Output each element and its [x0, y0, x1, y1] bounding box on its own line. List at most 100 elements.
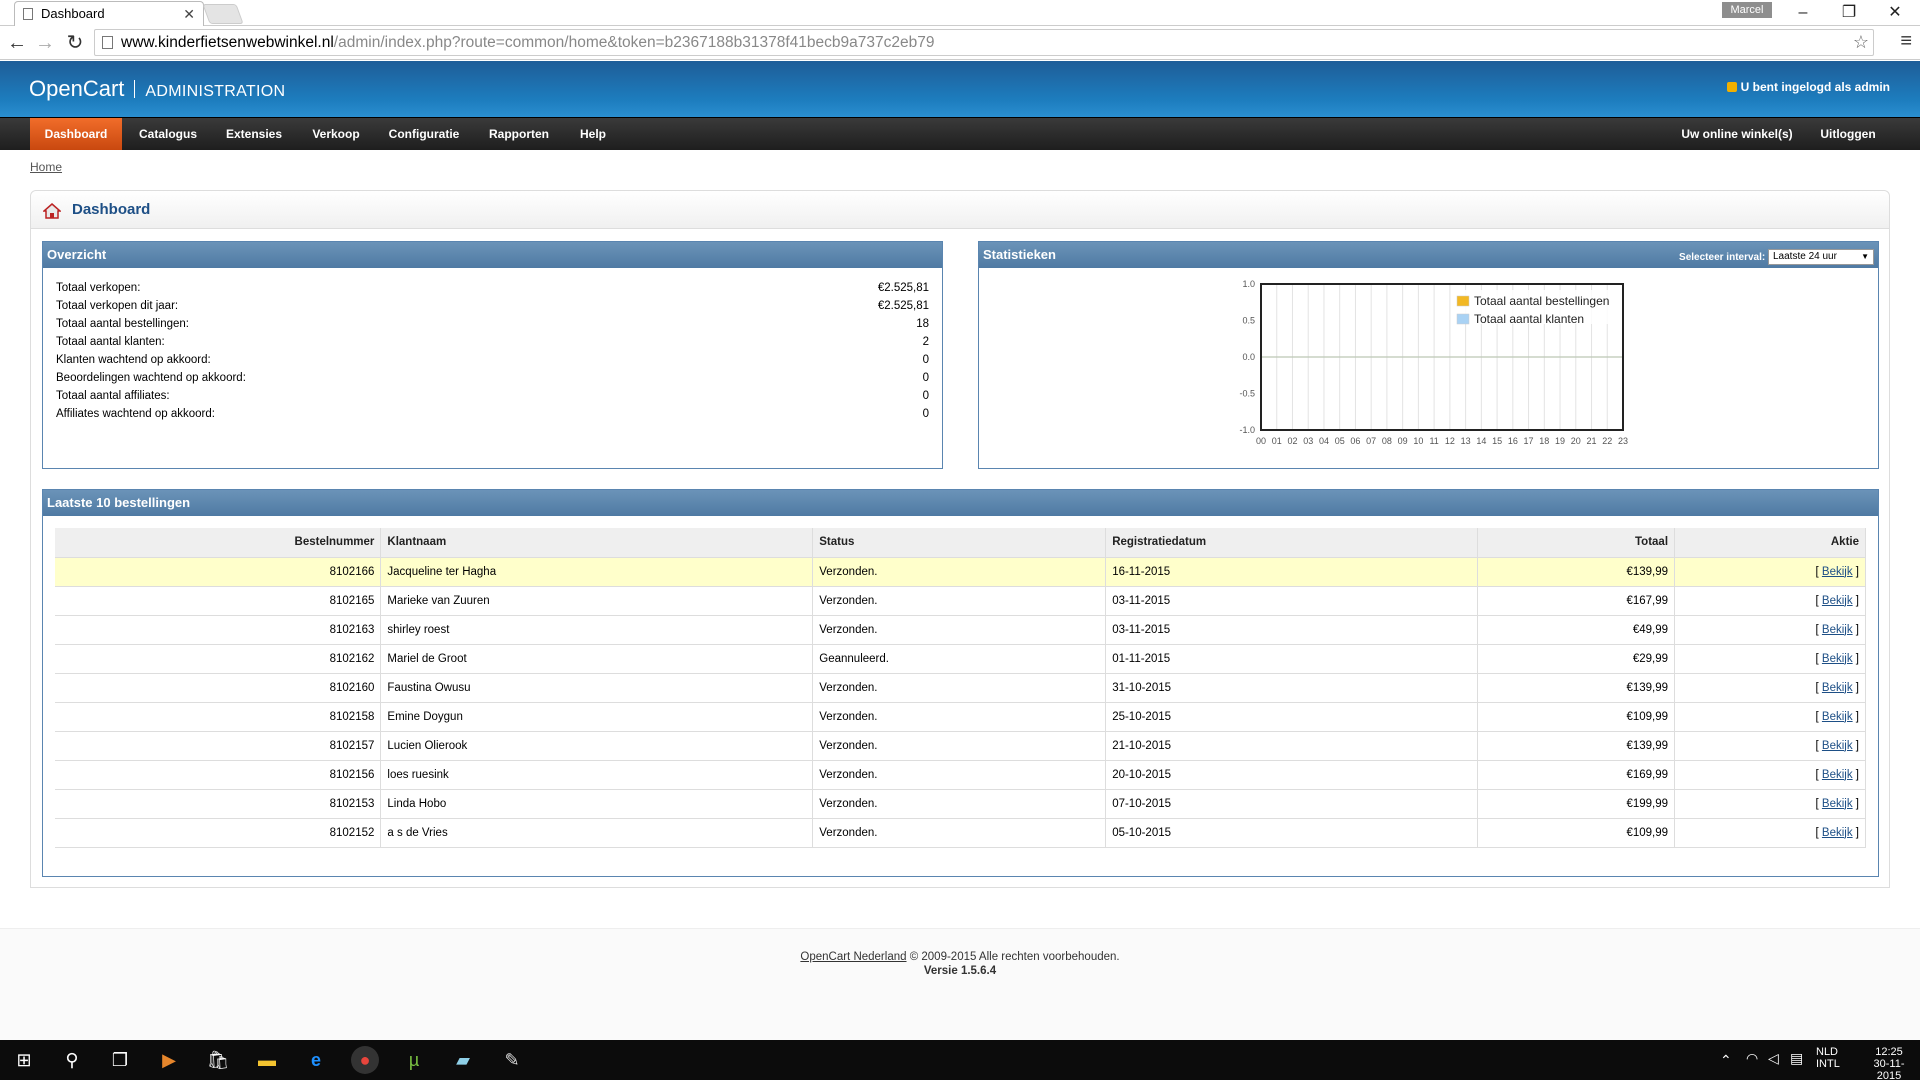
order-status: Verzonden. [812, 702, 1107, 732]
menu-logout[interactable]: Uitloggen [1810, 118, 1886, 150]
reload-icon[interactable]: ↻ [62, 30, 88, 56]
footer-link[interactable]: OpenCart Nederland [800, 951, 906, 963]
menu-rapporten[interactable]: Rapporten [476, 118, 562, 150]
order-date: 16-11-2015 [1105, 557, 1479, 587]
customer-name: a s de Vries [380, 818, 814, 848]
view-order-link[interactable]: Bekijk [1822, 653, 1853, 665]
view-order-link[interactable]: Bekijk [1822, 624, 1853, 636]
menu-verkoop[interactable]: Verkoop [300, 118, 372, 150]
y-tick-label: -0.5 [1239, 389, 1255, 399]
orders-title: Laatste 10 bestellingen [43, 490, 1878, 516]
footer: OpenCart Nederland © 2009-2015 Alle rech… [0, 928, 1920, 1040]
language-indicator[interactable]: NLD INTL [1816, 1046, 1840, 1070]
menu-dashboard[interactable]: Dashboard [30, 118, 122, 150]
order-date: 05-10-2015 [1105, 818, 1479, 848]
menu-catalogus[interactable]: Catalogus [128, 118, 208, 150]
order-number: 8102163 [55, 615, 382, 645]
y-tick-label: 1.0 [1242, 279, 1255, 289]
order-number: 8102162 [55, 644, 382, 674]
dashboard-box: Dashboard Overzicht Totaal verkopen: €2.5… [30, 190, 1890, 888]
overview-panel: Overzicht Totaal verkopen: €2.525,81 Totaa… [42, 241, 943, 469]
order-row: 8102160 Faustina Owusu Verzonden. 31-10-201… [55, 673, 1866, 703]
login-status-text: U bent ingelogd als admin [1740, 80, 1890, 94]
notepad-icon[interactable]: ▰ [449, 1046, 477, 1074]
col-action: Aktie [1674, 528, 1866, 558]
view-order-link[interactable]: Bekijk [1822, 595, 1853, 607]
forward-icon[interactable]: → [32, 30, 58, 56]
clock-date: 30-11-2015 [1873, 1058, 1905, 1082]
url-domain: www.kinderfietsenwebwinkel.nl [121, 34, 334, 51]
task-view-icon[interactable]: ❐ [106, 1046, 134, 1074]
order-total: €169,99 [1477, 760, 1676, 790]
order-row: 8102166 Jacqueline ter Hagha Verzonden. 16-… [55, 557, 1866, 587]
browser-tab[interactable]: Dashboard ✕ [14, 1, 204, 26]
chrome-icon[interactable]: ● [351, 1046, 379, 1074]
back-icon[interactable]: ← [4, 30, 30, 56]
view-order-link[interactable]: Bekijk [1822, 711, 1853, 723]
customer-name: Linda Hobo [380, 789, 814, 819]
address-bar[interactable]: www.kinderfietsenwebwinkel.nl/admin/inde… [94, 29, 1874, 56]
legend-label: Totaal aantal klanten [1474, 312, 1584, 326]
opencart-logo[interactable]: OpenCart ADMINISTRATION [29, 76, 285, 102]
order-status: Verzonden. [812, 586, 1107, 616]
profile-badge[interactable]: Marcel [1722, 2, 1772, 18]
menu-extensies[interactable]: Extensies [214, 118, 294, 150]
volume-icon[interactable]: ◁ [1768, 1050, 1779, 1067]
overview-label: Totaal verkopen dit jaar: [56, 300, 179, 312]
overview-value: €2.525,81 [877, 282, 929, 294]
dropdown-arrow-icon: ▼ [1861, 252, 1869, 262]
browser-toolbar: ← → ↻ www.kinderfietsenwebwinkel.nl/admi… [0, 26, 1920, 60]
close-window-icon[interactable]: ✕ [1872, 0, 1918, 26]
view-order-link[interactable]: Bekijk [1822, 740, 1853, 752]
page-icon [102, 36, 113, 49]
network-icon[interactable]: ◠ [1746, 1050, 1758, 1067]
view-order-link[interactable]: Bekijk [1822, 682, 1853, 694]
order-total: €29,99 [1477, 644, 1676, 674]
orders-header-row: Bestelnummer Klantnaam Status Registrati… [55, 528, 1866, 558]
view-order-link[interactable]: Bekijk [1822, 566, 1853, 578]
edge-icon[interactable]: e [302, 1046, 330, 1074]
col-total: Totaal [1477, 528, 1676, 558]
overview-title: Overzicht [43, 242, 942, 268]
overview-value: €2.525,81 [877, 300, 929, 312]
tray-chevron-icon[interactable]: ⌃ [1720, 1052, 1732, 1069]
order-number: 8102156 [55, 760, 382, 790]
bookmark-star-icon[interactable]: ☆ [1853, 30, 1869, 55]
menu-configuratie[interactable]: Configuratie [378, 118, 470, 150]
media-player-icon[interactable]: ▶ [155, 1046, 183, 1074]
col-date: Registratiedatum [1105, 528, 1479, 558]
browser-menu-icon[interactable]: ≡ [1900, 30, 1912, 53]
minimize-icon[interactable]: – [1780, 0, 1826, 26]
close-tab-icon[interactable]: ✕ [183, 2, 195, 26]
windows-start-icon[interactable]: ⊞ [10, 1046, 38, 1074]
notification-icon[interactable]: ▤ [1790, 1050, 1803, 1067]
customer-name: Faustina Owusu [380, 673, 814, 703]
interval-select[interactable]: Laatste 24 uur ▼ [1768, 249, 1874, 266]
order-row: 8102152 a s de Vries Verzonden. 05-10-2015 €… [55, 818, 1866, 848]
customer-name: Jacqueline ter Hagha [380, 557, 814, 587]
overview-value: 2 [922, 336, 929, 348]
restore-icon[interactable]: ❐ [1826, 0, 1872, 26]
breadcrumb-home[interactable]: Home [30, 160, 62, 174]
order-number: 8102158 [55, 702, 382, 732]
view-order-link[interactable]: Bekijk [1822, 798, 1853, 810]
order-date: 21-10-2015 [1105, 731, 1479, 761]
utorrent-icon[interactable]: µ [400, 1046, 428, 1074]
x-tick-label: 08 [1382, 436, 1392, 446]
view-order-link[interactable]: Bekijk [1822, 769, 1853, 781]
overview-label: Totaal aantal affiliates: [56, 390, 170, 402]
clock[interactable]: 12:25 30-11-2015 [1862, 1046, 1916, 1082]
x-tick-label: 06 [1350, 436, 1360, 446]
col-order-number: Bestelnummer [55, 528, 382, 558]
new-tab-button[interactable] [202, 4, 244, 24]
interval-control: Selecteer interval: Laatste 24 uur ▼ [1679, 245, 1874, 271]
order-date: 03-11-2015 [1105, 586, 1479, 616]
menu-help[interactable]: Help [568, 118, 618, 150]
view-order-link[interactable]: Bekijk [1822, 827, 1853, 839]
search-icon[interactable]: ⚲ [58, 1046, 86, 1074]
file-explorer-icon[interactable]: ▬ [253, 1046, 281, 1074]
x-tick-label: 13 [1461, 436, 1471, 446]
paint-icon[interactable]: ✎ [498, 1046, 526, 1074]
store-icon[interactable]: 🛍 [204, 1046, 232, 1074]
menu-online-stores[interactable]: Uw online winkel(s) [1670, 118, 1804, 150]
